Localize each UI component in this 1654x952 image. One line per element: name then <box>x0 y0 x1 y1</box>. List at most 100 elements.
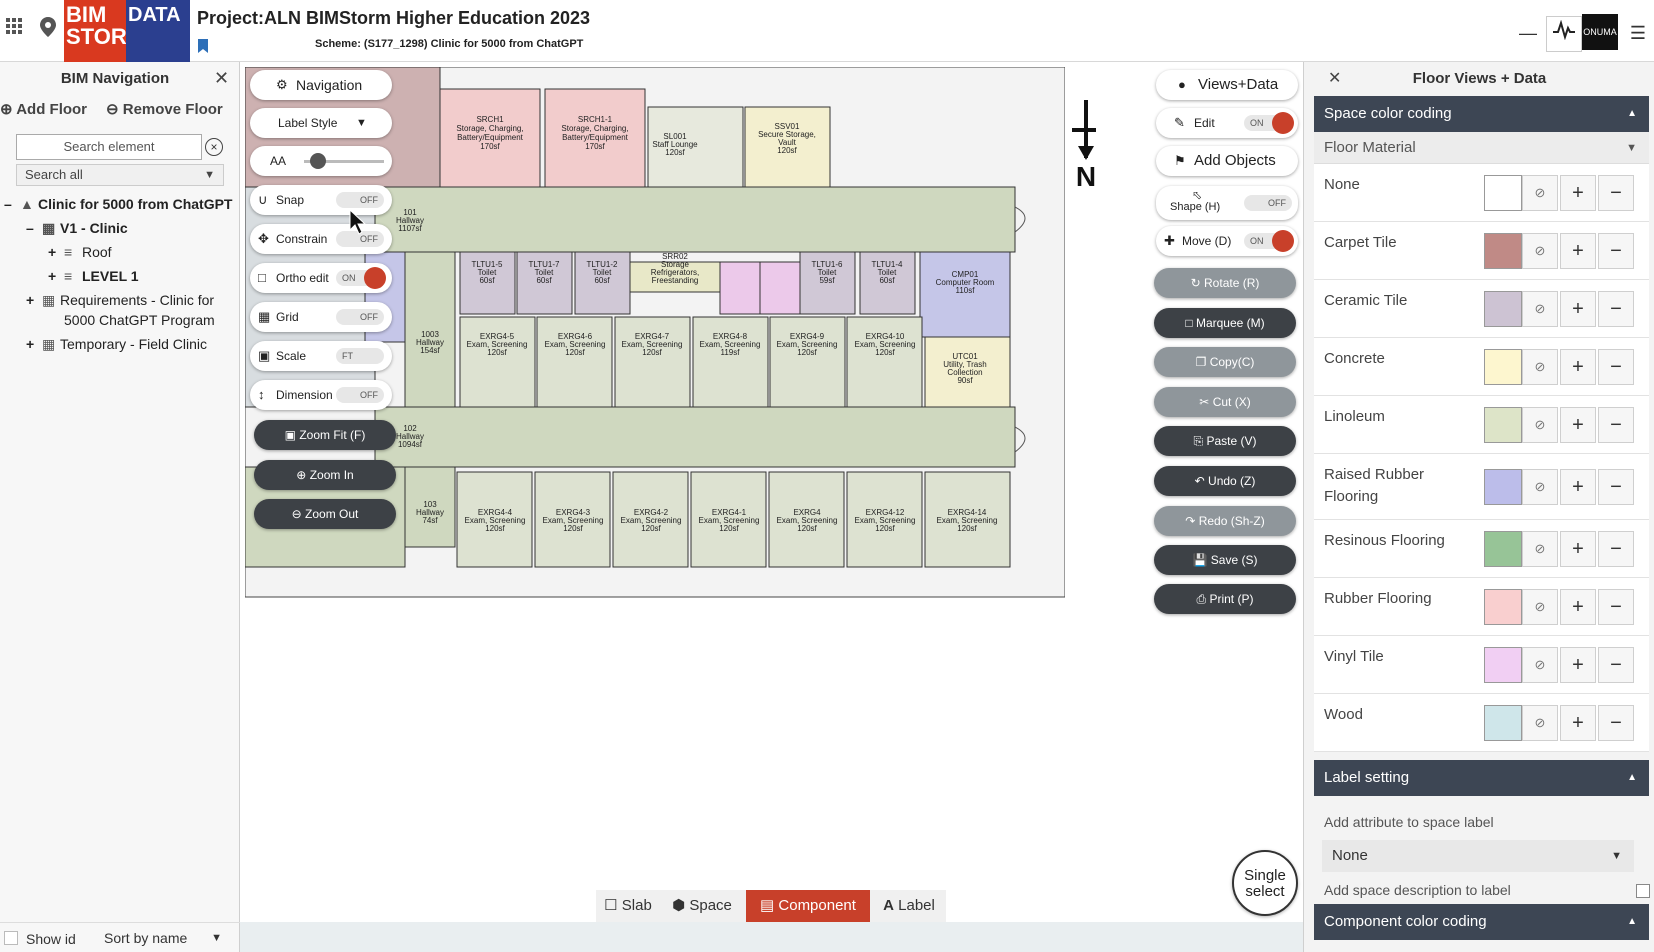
material-color-swatch[interactable] <box>1484 531 1522 567</box>
ortho-edit-toggle-row[interactable]: □ Ortho edit ON <box>250 263 392 293</box>
cut-button[interactable]: ✂ Cut (X) <box>1154 387 1296 417</box>
mode-space[interactable]: ⬢ Space <box>662 890 742 922</box>
apps-grid-icon[interactable] <box>0 16 28 44</box>
tree-item-temporary[interactable]: + ▦ Temporary - Field Clinic <box>26 336 207 353</box>
material-color-swatch[interactable] <box>1484 647 1522 683</box>
dimension-toggle-row[interactable]: ↕ Dimension OFF <box>250 380 392 410</box>
minus-icon[interactable]: − <box>1598 291 1634 327</box>
floor-material-select[interactable]: Floor Material ▼ <box>1314 132 1649 164</box>
visibility-off-icon[interactable]: ⊘ <box>1522 469 1558 505</box>
plus-icon[interactable]: + <box>1560 647 1596 683</box>
font-size-slider-control[interactable]: AA <box>250 146 392 176</box>
plus-icon[interactable]: + <box>1560 349 1596 385</box>
undo-button[interactable]: ↶ Undo (Z) <box>1154 466 1296 496</box>
tree-toggle[interactable]: – <box>4 196 20 212</box>
onuma-logo[interactable]: ONUMA <box>1582 14 1618 50</box>
rotate-button[interactable]: ↻ Rotate (R) <box>1154 268 1296 298</box>
minus-icon[interactable]: − <box>1598 175 1634 211</box>
navigation-button[interactable]: ⚙ Navigation <box>250 70 392 100</box>
material-color-swatch[interactable] <box>1484 175 1522 211</box>
single-select-button[interactable]: Single select <box>1232 850 1298 916</box>
plus-icon[interactable]: + <box>1560 233 1596 269</box>
tree-item-roof[interactable]: + ≡ Roof <box>48 244 112 260</box>
visibility-off-icon[interactable]: ⊘ <box>1522 531 1558 567</box>
redo-button[interactable]: ↷ Redo (Sh-Z) <box>1154 506 1296 536</box>
plus-icon[interactable]: + <box>1560 589 1596 625</box>
minus-icon[interactable]: − <box>1598 349 1634 385</box>
mode-component[interactable]: ▤ Component <box>746 890 870 922</box>
visibility-off-icon[interactable]: ⊘ <box>1522 589 1558 625</box>
move-toggle-row[interactable]: ✚ Move (D) ON <box>1156 226 1298 256</box>
visibility-off-icon[interactable]: ⊘ <box>1522 175 1558 211</box>
zoom-fit-button[interactable]: ▣ Zoom Fit (F) <box>254 420 396 450</box>
search-element-input[interactable]: Search element <box>16 134 202 160</box>
add-description-checkbox[interactable] <box>1636 884 1650 898</box>
remove-floor-button[interactable]: ⊖ Remove Floor <box>106 100 223 118</box>
font-size-slider[interactable]: AA <box>250 146 392 176</box>
marquee-button[interactable]: □ Marquee (M) <box>1154 308 1296 338</box>
constrain-toggle-row[interactable]: ✥ Constrain OFF <box>250 224 392 254</box>
hamburger-menu-icon[interactable]: ☰ <box>1620 16 1654 52</box>
attribute-select[interactable]: None ▼ <box>1322 840 1634 872</box>
search-scope-select[interactable]: Search all ▼ <box>16 164 224 186</box>
visibility-off-icon[interactable]: ⊘ <box>1522 647 1558 683</box>
material-color-swatch[interactable] <box>1484 349 1522 385</box>
tree-toggle[interactable]: + <box>48 268 64 284</box>
plus-icon[interactable]: + <box>1560 705 1596 741</box>
slider-knob[interactable] <box>310 153 326 169</box>
edit-toggle[interactable]: ON <box>1244 112 1294 134</box>
tree-toggle[interactable]: + <box>48 244 64 260</box>
activity-chart-icon[interactable] <box>1546 16 1582 52</box>
minus-icon[interactable]: − <box>1598 589 1634 625</box>
zoom-in-button[interactable]: ⊕ Zoom In <box>254 460 396 490</box>
mode-label-button[interactable]: A Label <box>874 890 944 922</box>
plus-icon[interactable]: + <box>1560 175 1596 211</box>
snap-toggle-row[interactable]: ∪ Snap OFF <box>250 185 392 215</box>
label-style-select[interactable]: Label Style ▼ <box>250 108 392 138</box>
copy-button[interactable]: ❐ Copy(C) <box>1154 347 1296 377</box>
minus-icon[interactable]: − <box>1598 531 1634 567</box>
bookmark-icon[interactable] <box>197 38 211 54</box>
minus-icon[interactable]: − <box>1598 705 1634 741</box>
material-color-swatch[interactable] <box>1484 469 1522 505</box>
material-color-swatch[interactable] <box>1484 407 1522 443</box>
material-color-swatch[interactable] <box>1484 233 1522 269</box>
minus-icon[interactable]: − <box>1598 407 1634 443</box>
tree-item-requirements[interactable]: + ▦ Requirements - Clinic for <box>26 292 214 309</box>
plus-icon[interactable]: + <box>1560 531 1596 567</box>
shape-toggle-row[interactable]: ⬁ Shape (H) OFF <box>1156 186 1298 220</box>
add-floor-button[interactable]: ⊕ Add Floor <box>0 100 87 118</box>
plus-icon[interactable]: + <box>1560 407 1596 443</box>
plus-icon[interactable]: + <box>1560 469 1596 505</box>
tree-item-level-1[interactable]: + ≡ LEVEL 1 <box>48 268 139 284</box>
visibility-off-icon[interactable]: ⊘ <box>1522 349 1558 385</box>
visibility-off-icon[interactable]: ⊘ <box>1522 291 1558 327</box>
sort-select[interactable]: Sort by name ▼ <box>96 927 232 949</box>
shape-toggle[interactable]: OFF <box>1244 195 1292 211</box>
edit-toggle-row[interactable]: ✎ Edit ON <box>1156 108 1298 138</box>
tree-toggle[interactable]: + <box>26 336 42 352</box>
visibility-off-icon[interactable]: ⊘ <box>1522 705 1558 741</box>
dimension-toggle[interactable]: OFF <box>336 387 384 403</box>
scale-toggle-row[interactable]: ▣ Scale FT <box>250 341 392 371</box>
minus-icon[interactable]: − <box>1598 647 1634 683</box>
component-color-coding-header[interactable]: Component color coding ▲ <box>1314 904 1649 940</box>
tree-toggle[interactable]: – <box>26 220 42 236</box>
label-setting-header[interactable]: Label setting ▲ <box>1314 760 1649 796</box>
space-color-coding-header[interactable]: Space color coding ▲ <box>1314 96 1649 132</box>
print-button[interactable]: ⎙ Print (P) <box>1154 584 1296 614</box>
material-color-swatch[interactable] <box>1484 705 1522 741</box>
visibility-off-icon[interactable]: ⊘ <box>1522 233 1558 269</box>
material-color-swatch[interactable] <box>1484 291 1522 327</box>
mode-slab[interactable]: ☐ Slab <box>596 890 660 922</box>
tree-item-v1-clinic[interactable]: – ▦ V1 - Clinic <box>26 220 128 237</box>
clear-search-icon[interactable]: × <box>205 138 223 156</box>
save-button[interactable]: 💾 Save (S) <box>1154 545 1296 575</box>
minus-icon[interactable]: − <box>1598 469 1634 505</box>
grid-toggle[interactable]: OFF <box>336 309 384 325</box>
tree-item-project[interactable]: – ▲ Clinic for 5000 from ChatGPT <box>4 196 232 212</box>
close-icon[interactable]: ✕ <box>214 68 229 89</box>
views-data-button[interactable]: ● Views+Data <box>1156 70 1298 100</box>
tree-toggle[interactable]: + <box>26 292 42 308</box>
plus-icon[interactable]: + <box>1560 291 1596 327</box>
